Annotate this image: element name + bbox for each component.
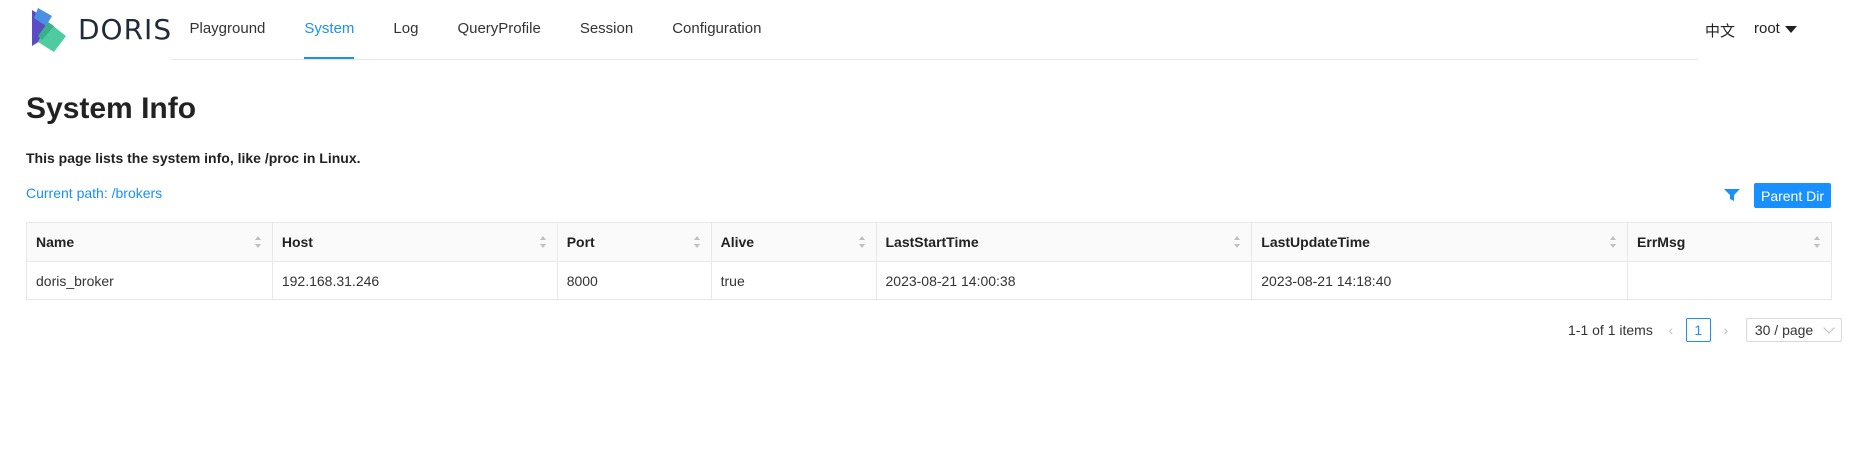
column-header-errmsg[interactable]: ErrMsg bbox=[1627, 222, 1832, 262]
main-nav: Playground System Log QueryProfile Sessi… bbox=[170, 0, 781, 60]
doris-logo[interactable]: DORIS bbox=[26, 4, 176, 54]
parent-dir-button[interactable]: Parent Dir bbox=[1754, 183, 1831, 208]
sort-icon[interactable] bbox=[254, 235, 262, 249]
table-cell: 192.168.31.246 bbox=[271, 261, 558, 300]
chevron-left-icon[interactable]: ‹ bbox=[1665, 318, 1677, 342]
nav-session[interactable]: Session bbox=[560, 0, 652, 60]
table-cell: doris_broker bbox=[26, 261, 273, 300]
column-header-laststarttime[interactable]: LastStartTime bbox=[875, 222, 1253, 262]
page-description: This page lists the system info, like /p… bbox=[26, 150, 361, 166]
nav-queryprofile[interactable]: QueryProfile bbox=[438, 0, 560, 60]
pagination: 1-1 of 1 items ‹ 1 › 30 / page bbox=[1568, 318, 1842, 342]
page-size-value: 30 / page bbox=[1754, 322, 1814, 338]
page-size-select[interactable]: 30 / page bbox=[1745, 318, 1842, 342]
sort-icon[interactable] bbox=[1233, 235, 1241, 249]
top-navbar: DORIS Playground System Log QueryProfile… bbox=[0, 0, 1857, 60]
table-cell: 2023-08-21 14:00:38 bbox=[875, 261, 1253, 300]
nav-system[interactable]: System bbox=[285, 0, 374, 60]
logo-text: DORIS bbox=[78, 13, 173, 46]
current-path: Current path: /brokers bbox=[26, 185, 163, 201]
broker-table: Name Host Port Alive LastStartTime LastU… bbox=[26, 222, 1832, 300]
table-cell: 2023-08-21 14:18:40 bbox=[1251, 261, 1629, 300]
chevron-down-icon bbox=[1823, 321, 1835, 334]
sort-icon[interactable] bbox=[693, 235, 701, 249]
table-cell: 8000 bbox=[556, 261, 712, 300]
column-header-host[interactable]: Host bbox=[271, 222, 558, 262]
sort-icon[interactable] bbox=[1609, 235, 1617, 249]
user-menu[interactable]: root bbox=[1754, 20, 1797, 37]
doris-logo-icon bbox=[32, 8, 66, 52]
sort-icon[interactable] bbox=[539, 235, 547, 249]
column-header-port[interactable]: Port bbox=[556, 222, 712, 262]
chevron-right-icon[interactable]: › bbox=[1720, 318, 1732, 342]
table-cell: true bbox=[710, 261, 877, 300]
column-header-name[interactable]: Name bbox=[26, 222, 273, 262]
table-row: doris_broker 192.168.31.246 8000 true 20… bbox=[26, 261, 1832, 300]
sort-icon[interactable] bbox=[1813, 235, 1821, 249]
nav-configuration[interactable]: Configuration bbox=[653, 0, 781, 60]
language-switch[interactable]: 中文 bbox=[1705, 20, 1735, 41]
table-header-row: Name Host Port Alive LastStartTime LastU… bbox=[26, 222, 1832, 262]
page-number-button[interactable]: 1 bbox=[1685, 318, 1711, 342]
sort-icon[interactable] bbox=[858, 235, 866, 249]
column-header-alive[interactable]: Alive bbox=[710, 222, 877, 262]
nav-playground[interactable]: Playground bbox=[170, 0, 285, 60]
page-title: System Info bbox=[26, 92, 197, 125]
pagination-total: 1-1 of 1 items bbox=[1568, 322, 1653, 338]
column-header-lastupdatetime[interactable]: LastUpdateTime bbox=[1251, 222, 1629, 262]
navbar-divider bbox=[171, 59, 1698, 60]
filter-icon[interactable] bbox=[1723, 187, 1741, 203]
caret-down-icon bbox=[1784, 25, 1797, 33]
nav-log[interactable]: Log bbox=[374, 0, 438, 60]
user-name: root bbox=[1754, 20, 1780, 37]
table-cell bbox=[1627, 261, 1832, 300]
